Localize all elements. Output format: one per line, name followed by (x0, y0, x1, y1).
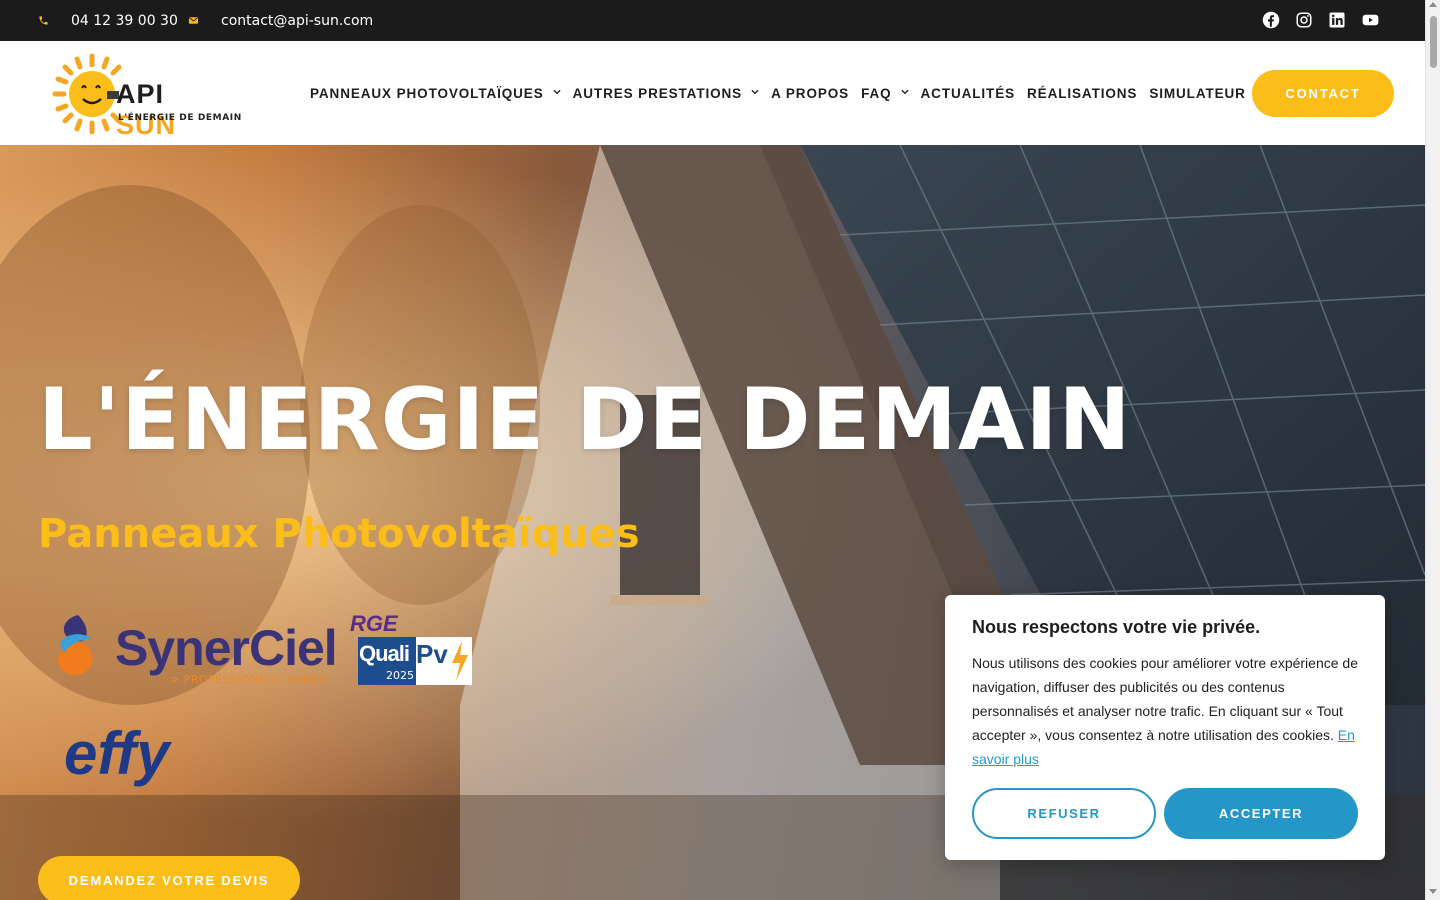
site-logo[interactable]: API SUN L'ÉNERGIE DE DEMAIN (52, 53, 241, 140)
scroll-down-arrow-icon[interactable] (1429, 889, 1437, 894)
linkedin-icon[interactable] (1327, 9, 1347, 31)
page-scrollbar[interactable] (1425, 0, 1440, 900)
request-quote-button[interactable]: DEMANDEZ VOTRE DEVIS (38, 856, 300, 900)
chevron-down-icon (751, 89, 759, 97)
top-bar: 04 12 39 00 30 contact@api-sun.com (0, 0, 1425, 41)
nav-label: RÉALISATIONS (1027, 85, 1138, 101)
instagram-icon[interactable] (1294, 9, 1314, 31)
logo-brand: API SUN (116, 79, 232, 141)
synerciel-badge: SynerCiel > PROFESSIONNEL AGRÉÉ (52, 611, 338, 689)
nav-simulateur[interactable]: SIMULATEUR (1149, 86, 1246, 101)
nav-realisations[interactable]: RÉALISATIONS (1027, 86, 1137, 101)
qualipv-bolt-icon (450, 641, 470, 685)
nav-faq[interactable]: FAQ (861, 85, 909, 101)
main-header: API SUN L'ÉNERGIE DE DEMAIN PANNEAUX PHO… (0, 41, 1425, 145)
nav-a-propos[interactable]: A PROPOS (771, 86, 849, 101)
scrollbar-thumb[interactable] (1430, 16, 1437, 68)
main-nav: PANNEAUX PHOTOVOLTAÏQUES AUTRES PRESTATI… (310, 41, 1258, 145)
pv-label: Pv (416, 639, 448, 669)
nav-label: ACTUALITÉS (920, 85, 1016, 101)
cookie-consent-banner: Nous respectons votre vie privée. Nous u… (945, 595, 1385, 860)
nav-label: A PROPOS (771, 85, 850, 101)
facebook-icon[interactable] (1261, 9, 1281, 31)
rge-qualipv-badge: RGE Quali Pv 2025 (350, 611, 474, 687)
social-links (1261, 9, 1380, 31)
cookie-body: Nous utilisons des cookies pour améliore… (972, 655, 1358, 743)
synerciel-subtitle: > PROFESSIONNEL AGRÉÉ (170, 673, 326, 686)
nav-panneaux-photovoltaiques[interactable]: PANNEAUX PHOTOVOLTAÏQUES (310, 86, 561, 101)
nav-label: AUTRES PRESTATIONS (572, 85, 743, 101)
chevron-down-icon (900, 89, 909, 97)
cookie-refuse-button[interactable]: REFUSER (972, 788, 1156, 839)
nav-label: FAQ (861, 85, 892, 101)
chevron-down-icon (553, 89, 561, 97)
cookie-title: Nous respectons votre vie privée. (972, 617, 1261, 637)
nav-label: SIMULATEUR (1149, 85, 1246, 101)
cookie-accept-button[interactable]: ACCEPTER (1164, 788, 1358, 839)
phone-icon (38, 15, 49, 26)
effy-badge: effy (64, 720, 170, 787)
email-contact[interactable]: contact@api-sun.com (188, 0, 373, 41)
youtube-icon[interactable] (1360, 9, 1380, 31)
synerciel-name: SynerCiel (115, 620, 338, 676)
logo-tagline: L'ÉNERGIE DE DEMAIN (118, 113, 242, 123)
quali-label: Quali (359, 641, 410, 666)
logo-brand-api: API (116, 79, 165, 109)
phone-contact[interactable]: 04 12 39 00 30 (38, 0, 178, 41)
cookie-text: Nous utilisons des cookies pour améliore… (972, 651, 1358, 771)
phone-number: 04 12 39 00 30 (71, 12, 178, 29)
email-address: contact@api-sun.com (221, 12, 374, 29)
contact-button[interactable]: CONTACT (1252, 70, 1394, 117)
email-icon (188, 15, 199, 26)
qualipv-year: 2025 (386, 669, 414, 682)
synerciel-logo-icon (57, 615, 93, 676)
rge-label: RGE (350, 611, 398, 636)
nav-actualites[interactable]: ACTUALITÉS (921, 86, 1016, 101)
scroll-up-arrow-icon[interactable] (1429, 2, 1437, 7)
hero-subtitle: Panneaux Photovoltaïques (38, 511, 640, 557)
nav-autres-prestations[interactable]: AUTRES PRESTATIONS (573, 86, 759, 101)
hero-title: L'ÉNERGIE DE DEMAIN (38, 370, 1132, 470)
nav-label: PANNEAUX PHOTOVOLTAÏQUES (310, 85, 544, 101)
